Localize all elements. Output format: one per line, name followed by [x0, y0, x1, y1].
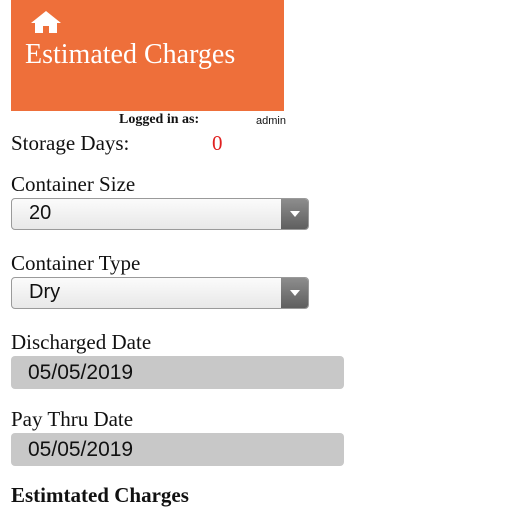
chevron-down-icon [281, 199, 308, 229]
container-size-label: Container Size [11, 172, 136, 196]
container-size-select[interactable]: 20 [11, 198, 309, 230]
storage-days-label: Storage Days: [11, 131, 130, 155]
logged-in-user: admin [256, 115, 286, 127]
pay-thru-date-label: Pay Thru Date [11, 407, 134, 431]
container-size-value: 20 [29, 202, 52, 224]
logged-in-label: Logged in as: [119, 112, 200, 127]
home-icon [31, 11, 61, 33]
container-type-label: Container Type [11, 251, 141, 275]
pay-thru-date-field[interactable]: 05/05/2019 [11, 433, 344, 466]
container-type-select[interactable]: Dry [11, 277, 309, 309]
home-button[interactable] [28, 8, 64, 36]
charges-section-title: Estimtated Charges [11, 483, 189, 507]
chevron-down-icon [281, 278, 308, 308]
page-title: Estimated Charges [25, 39, 236, 70]
discharged-date-label: Discharged Date [11, 330, 152, 354]
storage-days-value: 0 [212, 131, 223, 155]
discharged-date-field[interactable]: 05/05/2019 [11, 356, 344, 389]
page-header: Estimated Charges [11, 0, 284, 111]
container-type-value: Dry [29, 281, 61, 303]
